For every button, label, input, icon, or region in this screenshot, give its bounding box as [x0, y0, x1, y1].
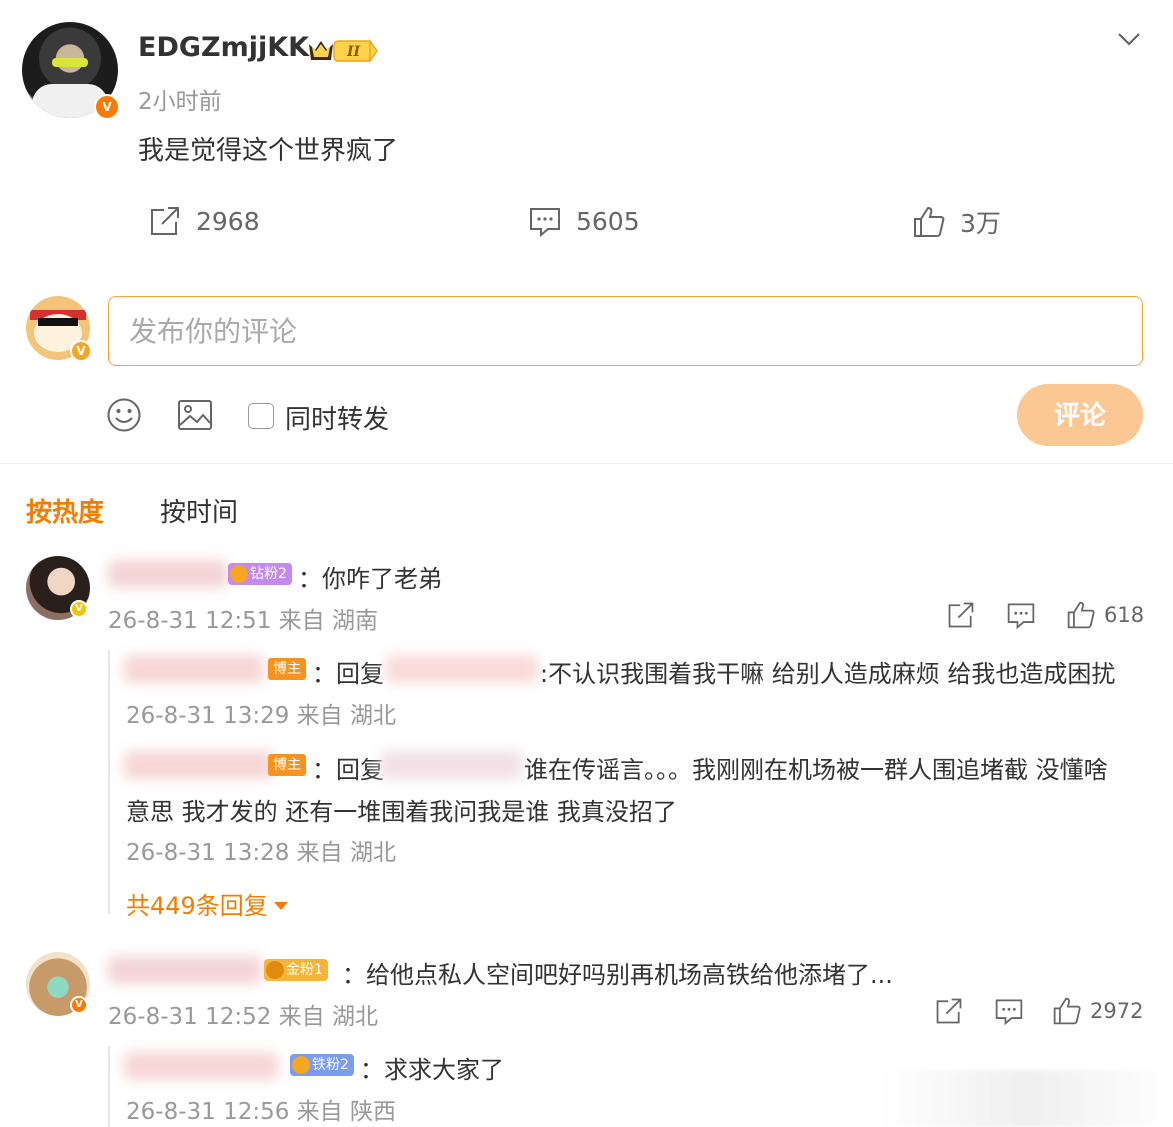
reply-text-prefix: ：回复: [312, 756, 384, 784]
more-replies-link[interactable]: 共449条回复: [126, 886, 288, 921]
comment-like-button[interactable]: 2972: [1052, 996, 1143, 1026]
comment-text: ：给他点私人空间吧好吗别再机场高铁给他添堵了...: [342, 961, 893, 989]
reply-target-blurred[interactable]: [386, 655, 538, 683]
reply-text: :不认识我围着我干嘛 给别人造成麻烦 给我也造成困扰: [540, 660, 1116, 688]
fan-badge: 钻粉2: [228, 563, 292, 585]
repost-checkbox[interactable]: [248, 403, 274, 429]
repost-icon: [936, 998, 962, 1024]
comment-meta: 26-8-31 12:51 来自 湖南: [108, 608, 378, 634]
fan-badge: 铁粉2: [290, 1054, 354, 1076]
comment-text: ：你咋了老弟: [298, 565, 442, 593]
reply-text-prefix: ：回复: [312, 660, 384, 688]
comment-count: 5605: [576, 206, 640, 236]
comment-meta: 26-8-31 12:52 来自 湖北: [108, 1004, 378, 1030]
verified-icon: V: [94, 94, 120, 120]
like-count: 3万: [960, 209, 1001, 238]
tab-sort-time[interactable]: 按时间: [160, 492, 238, 529]
comment-like-count: 618: [1104, 603, 1145, 627]
comment-reply-button[interactable]: [994, 996, 1024, 1026]
verified-icon: V: [70, 340, 92, 362]
replier-name-blurred[interactable]: [124, 1052, 278, 1080]
comment-icon: [1007, 603, 1035, 630]
like-button[interactable]: 3万: [912, 204, 1001, 240]
repost-button[interactable]: 2968: [148, 204, 260, 238]
reply-target-blurred[interactable]: [380, 751, 522, 779]
caret-down-icon: [273, 901, 288, 910]
level-badge-text: II: [346, 44, 361, 60]
like-icon: [1067, 601, 1095, 629]
repost-label: 同时转发: [285, 405, 390, 435]
tab-sort-hot[interactable]: 按热度: [26, 492, 104, 529]
reply-meta: 26-8-31 13:29 来自 湖北: [126, 703, 396, 729]
blogger-badge: 博主: [268, 658, 306, 680]
comment-reply-button[interactable]: [1006, 600, 1036, 630]
image-icon[interactable]: [176, 397, 214, 433]
repost-icon: [151, 207, 179, 235]
reply-text-line2: 意思 我才发的 还有一堆围着我问我是谁 我真没招了: [126, 798, 677, 826]
reply-thread-line: [108, 1046, 110, 1127]
emoji-icon[interactable]: [106, 397, 142, 433]
fan-badge: 金粉1: [264, 959, 328, 981]
blogger-badge: 博主: [268, 754, 306, 776]
commenter-name-blurred[interactable]: [108, 956, 262, 984]
comment-repost-button[interactable]: [946, 600, 976, 630]
reply-meta: 26-8-31 13:28 来自 湖北: [126, 840, 396, 866]
verified-icon: V: [70, 600, 88, 618]
repost-count: 2968: [196, 206, 260, 236]
like-icon: [914, 206, 945, 237]
author-name[interactable]: EDGZmjjKK: [138, 32, 309, 63]
submit-comment-button[interactable]: 评论: [1017, 384, 1143, 446]
reply-meta: 26-8-31 12:56 来自 陕西: [126, 1099, 396, 1125]
more-replies-label: 共449条回复: [126, 892, 268, 920]
like-icon: [1053, 997, 1081, 1025]
commenter-name-blurred[interactable]: [108, 560, 228, 588]
replier-name-blurred[interactable]: [124, 751, 274, 779]
comment-like-count: 2972: [1090, 999, 1144, 1023]
reply-text: ：求求大家了: [360, 1056, 504, 1084]
post-time: 2小时前: [138, 89, 222, 115]
comment-input[interactable]: [108, 296, 1143, 366]
verified-icon: V: [70, 996, 88, 1014]
crown-level-icon: II: [309, 38, 378, 64]
comment-repost-button[interactable]: [934, 996, 964, 1026]
comment-like-button[interactable]: 618: [1066, 600, 1144, 630]
reply-text: 谁在传谣言。。。我刚刚在机场被一群人围追堵截 没懂啥: [524, 756, 1108, 784]
replier-name-blurred[interactable]: [124, 655, 264, 683]
divider: [0, 463, 1173, 464]
reply-thread-line: [108, 650, 110, 914]
comment-icon: [530, 208, 560, 238]
chevron-down-icon[interactable]: [1116, 26, 1142, 52]
comment-button[interactable]: 5605: [528, 204, 640, 238]
watermark-blur: [880, 1070, 1173, 1127]
post-text: 我是觉得这个世界疯了: [138, 136, 399, 166]
comment-icon: [995, 999, 1023, 1026]
repost-icon: [948, 602, 974, 628]
